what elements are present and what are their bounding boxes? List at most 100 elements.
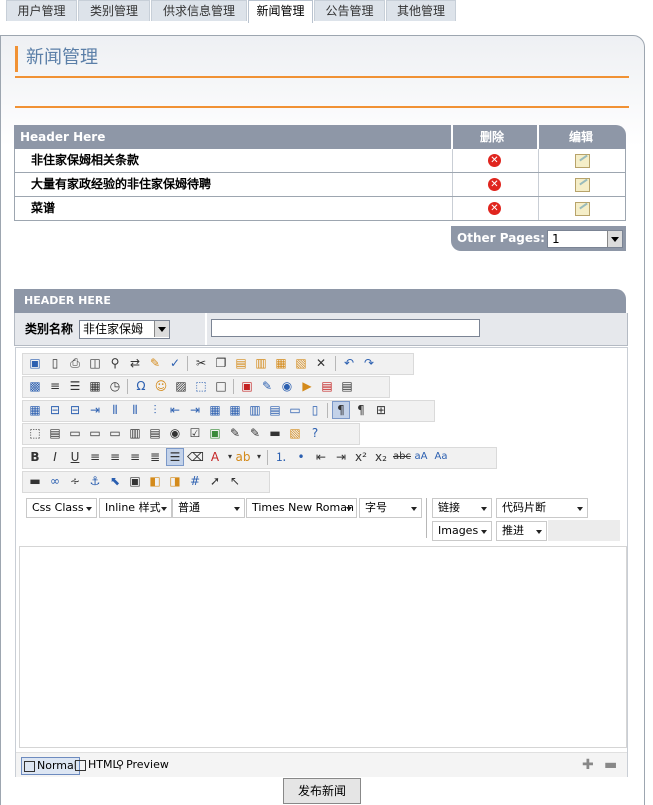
textbox-icon[interactable]: ▭	[67, 425, 83, 441]
preview-mode-tab[interactable]: ⚲ Preview	[116, 757, 169, 773]
image-icon[interactable]: ▣	[239, 378, 255, 394]
tab-category-management[interactable]: 类别管理	[78, 0, 150, 21]
indent-select[interactable]: 推进	[496, 521, 547, 541]
form-icon[interactable]: ⬚	[27, 425, 43, 441]
emoticon-icon[interactable]: ☺	[153, 378, 169, 394]
normal-mode-tab[interactable]: Normal	[21, 757, 80, 775]
insert-column-left-icon[interactable]: ⫴	[107, 402, 123, 418]
cut-icon[interactable]: ✂	[193, 355, 209, 371]
pointer-icon[interactable]: ➚	[207, 473, 223, 489]
media-icon[interactable]: ▶	[299, 378, 315, 394]
find-icon[interactable]: ⚲	[107, 355, 123, 371]
listbox-icon[interactable]: ▥	[127, 425, 143, 441]
template-icon[interactable]: ▨	[173, 378, 189, 394]
bring-forward-icon[interactable]: ◧	[147, 473, 163, 489]
pdf-icon[interactable]: ▤	[319, 378, 335, 394]
ordered-list-icon[interactable]: ⒈	[273, 449, 289, 465]
merge-right-icon[interactable]: ▭	[287, 402, 303, 418]
help-icon[interactable]: ?	[307, 425, 323, 441]
inline-style-select[interactable]: Inline 样式	[99, 498, 172, 518]
uppercase-icon[interactable]: Aa	[433, 449, 449, 465]
properties-icon[interactable]: ▧	[287, 425, 303, 441]
spellcheck-icon[interactable]: ✓	[167, 355, 183, 371]
edit-icon[interactable]	[575, 178, 590, 192]
delete-icon[interactable]: ✕	[488, 202, 501, 215]
insert-row-above-icon[interactable]: ⊟	[47, 402, 63, 418]
strikethrough-icon[interactable]: abc	[393, 449, 411, 465]
superscript-icon[interactable]: x²	[353, 449, 369, 465]
document-icon[interactable]: ▤	[339, 378, 355, 394]
time-icon[interactable]: ◷	[107, 378, 123, 394]
font-select[interactable]: Times New Roman	[246, 498, 357, 518]
align-left-icon[interactable]: ≡	[87, 449, 103, 465]
insert-row-below-icon[interactable]: ⊟	[67, 402, 83, 418]
font-size-select[interactable]: 字号	[359, 498, 422, 518]
frame-icon[interactable]: ⬚	[193, 378, 209, 394]
news-title-link[interactable]: 菜谱	[31, 197, 55, 220]
redo-icon[interactable]: ↷	[361, 355, 377, 371]
align-right-icon[interactable]: ≡	[127, 449, 143, 465]
grid-icon[interactable]: #	[187, 473, 203, 489]
link-icon[interactable]: ∞	[47, 473, 63, 489]
italic-icon[interactable]: I	[47, 449, 63, 465]
highlight-color-icon[interactable]: ab	[235, 449, 251, 465]
reset-button-icon[interactable]: ✎	[247, 425, 263, 441]
submit-button-icon[interactable]: ✎	[227, 425, 243, 441]
box-icon[interactable]: ▩	[27, 378, 43, 394]
edit-icon[interactable]	[575, 154, 590, 168]
copy-icon[interactable]: ❐	[213, 355, 229, 371]
send-backward-icon[interactable]: ◨	[167, 473, 183, 489]
lowercase-icon[interactable]: aA	[413, 449, 429, 465]
subscript-icon[interactable]: x₂	[373, 449, 389, 465]
news-title-link[interactable]: 大量有家政经验的非住家保姆待聘	[31, 173, 211, 196]
image-edit-icon[interactable]: ✎	[259, 378, 275, 394]
chevron-down-icon[interactable]	[607, 231, 622, 247]
plus-icon[interactable]: ✚	[582, 758, 594, 772]
css-class-select[interactable]: Css Class	[26, 498, 97, 518]
align-center-icon[interactable]: ≡	[107, 449, 123, 465]
clean-icon[interactable]: ✎	[147, 355, 163, 371]
merge-cells-icon[interactable]: ▦	[207, 402, 223, 418]
tab-other-management[interactable]: 其他管理	[386, 0, 456, 21]
horizontal-rule-icon[interactable]: ▬	[27, 473, 43, 489]
bold-icon[interactable]: B	[27, 449, 43, 465]
page-select[interactable]: 1	[547, 230, 623, 248]
edit-icon[interactable]	[575, 202, 590, 216]
minus-icon[interactable]: ▬	[604, 758, 617, 772]
password-icon[interactable]: ▭	[87, 425, 103, 441]
tab-supply-demand-management[interactable]: 供求信息管理	[151, 0, 247, 21]
delete-icon[interactable]: ✕	[313, 355, 329, 371]
textarea-icon[interactable]: ▤	[47, 425, 63, 441]
list-icon[interactable]: ≡	[47, 378, 63, 394]
tab-notice-management[interactable]: 公告管理	[314, 0, 385, 21]
indent-icon[interactable]: ⇥	[333, 449, 349, 465]
ltr-icon[interactable]: ¶	[332, 401, 350, 419]
new-document-icon[interactable]: ▯	[47, 355, 63, 371]
hr-list-icon[interactable]: ☰	[67, 378, 83, 394]
undo-icon[interactable]: ↶	[341, 355, 357, 371]
category-select[interactable]: 非住家保姆	[79, 320, 170, 339]
image-button-icon[interactable]: ▣	[207, 425, 223, 441]
special-char-icon[interactable]: Ω	[133, 378, 149, 394]
button-icon[interactable]: ▬	[267, 425, 283, 441]
chevron-down-icon[interactable]	[154, 321, 169, 337]
dropdown-icon[interactable]: ▤	[147, 425, 163, 441]
print-icon[interactable]: ⎙	[67, 355, 83, 371]
html-mode-tab[interactable]: HTML	[73, 757, 119, 773]
chevron-down-icon[interactable]: ▾	[251, 449, 267, 465]
content-editable-area[interactable]	[19, 546, 627, 748]
rtl-icon[interactable]: ¶	[353, 402, 369, 418]
delete-row-icon[interactable]: ⇥	[87, 402, 103, 418]
merge-down-icon[interactable]: ▯	[307, 402, 323, 418]
justify-none-icon[interactable]: ☰	[166, 448, 184, 466]
insert-column-right-icon[interactable]: ⫴	[127, 402, 143, 418]
news-title-input[interactable]	[211, 319, 480, 337]
eraser-icon[interactable]: ⌫	[187, 449, 204, 465]
paste-icon[interactable]: ▤	[233, 355, 249, 371]
replace-icon[interactable]: ⇄	[127, 355, 143, 371]
save-icon[interactable]: ▣	[27, 355, 43, 371]
underline-icon[interactable]: U	[67, 449, 83, 465]
xhtml-icon[interactable]: □	[213, 378, 229, 394]
table-properties-icon[interactable]: ▤	[267, 402, 283, 418]
show-borders-icon[interactable]: ⊞	[373, 402, 389, 418]
